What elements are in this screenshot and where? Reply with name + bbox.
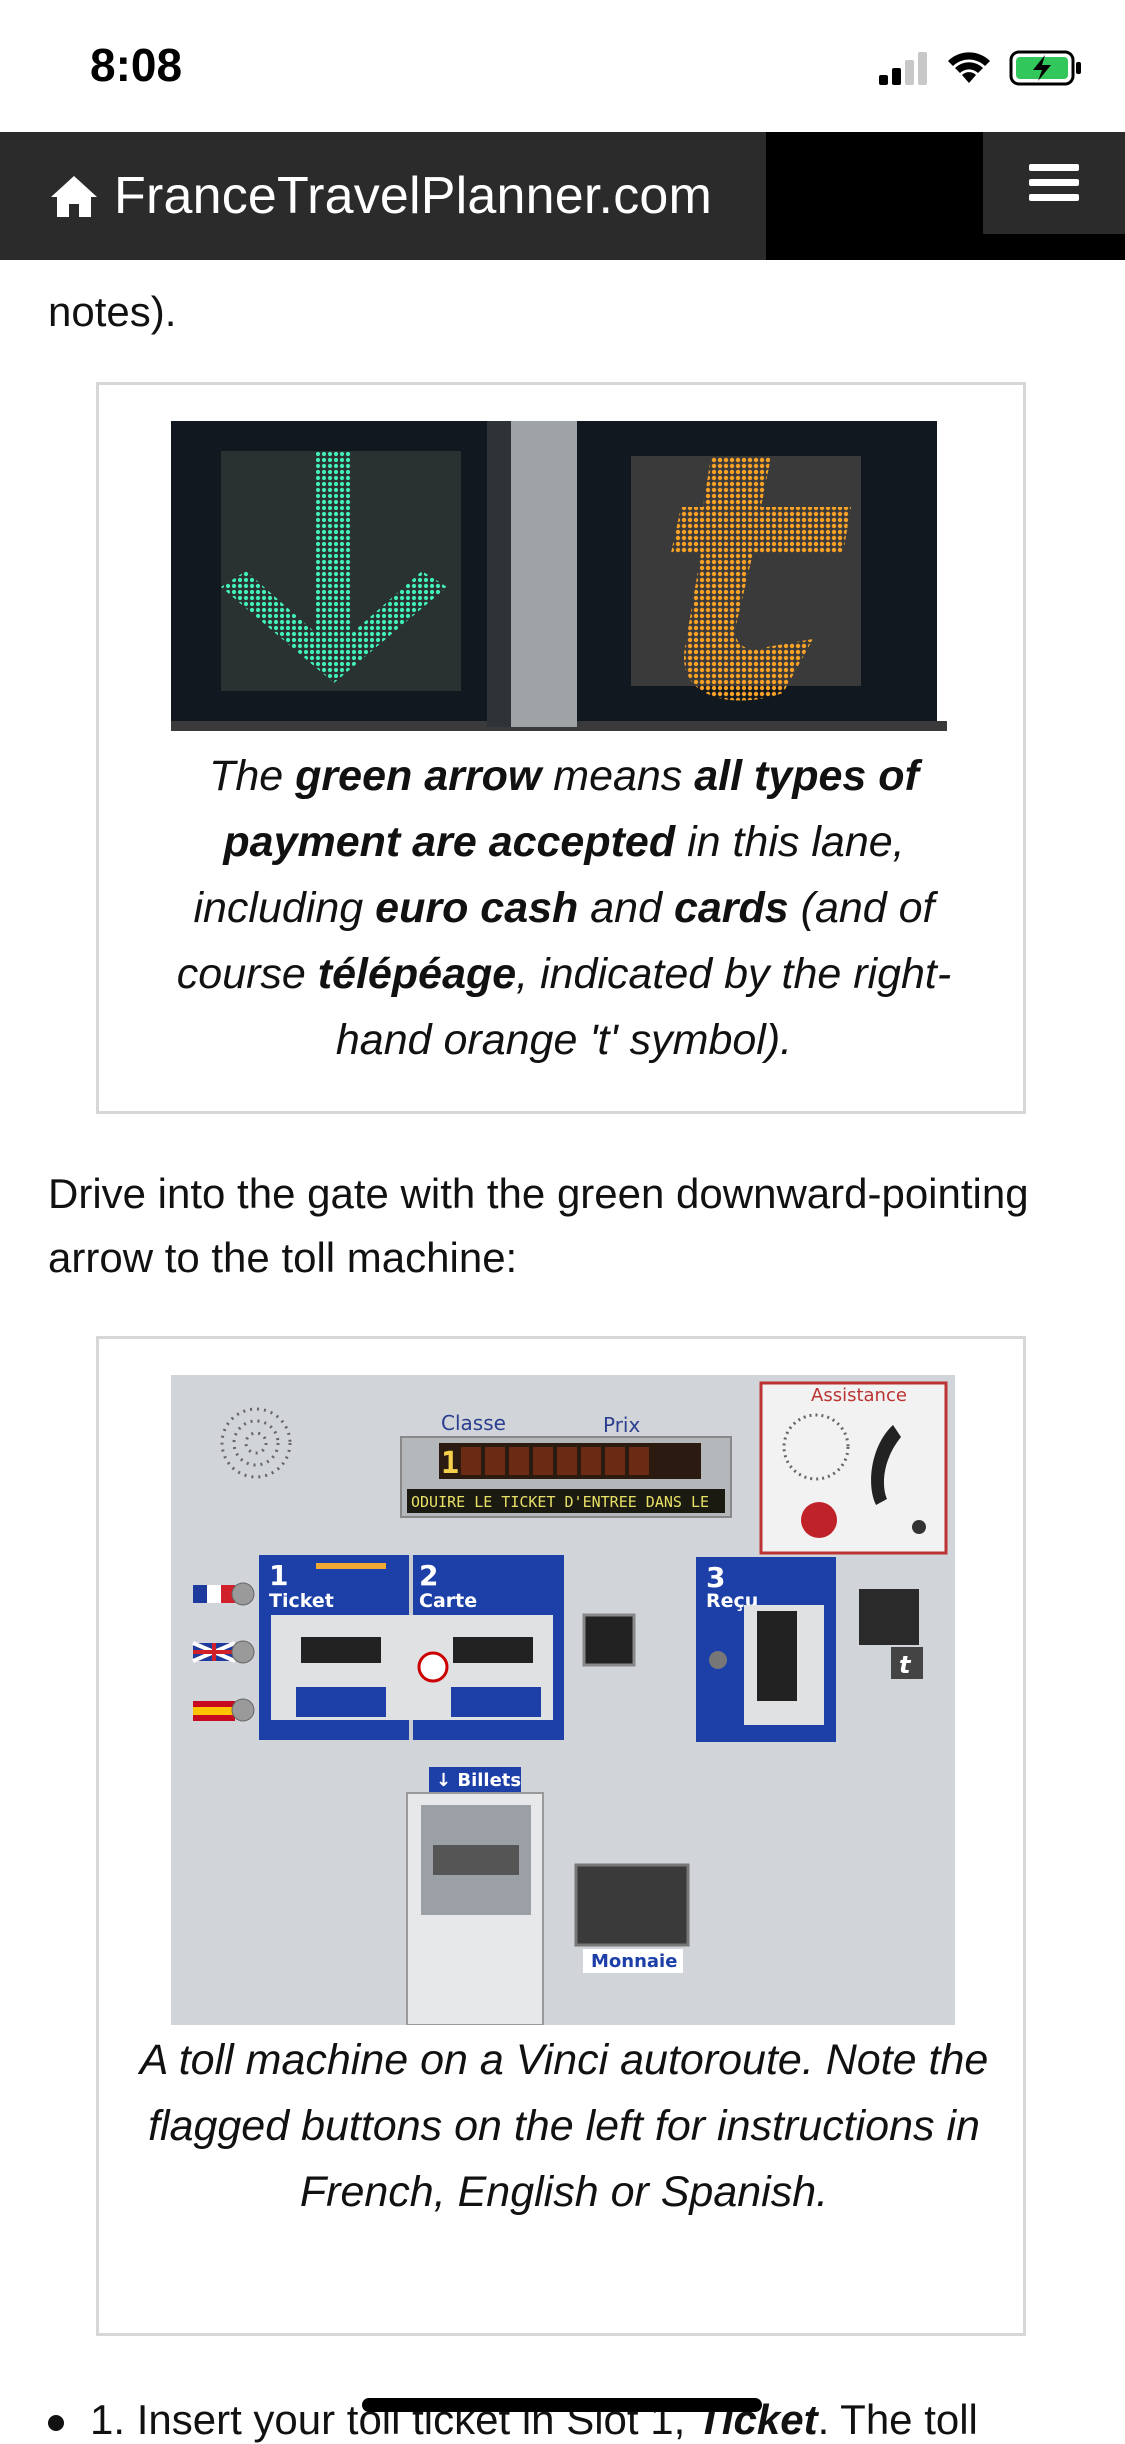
site-header: FranceTravelPlanner.com [0, 132, 1125, 260]
svg-text:t: t [899, 1651, 912, 1679]
monnaie-label: Monnaie [591, 1951, 677, 1972]
caption-segment: green arrow [295, 752, 542, 800]
caption-segment: cards [673, 884, 789, 932]
prix-label: Prix [603, 1413, 640, 1437]
caption-segment: The [209, 752, 296, 800]
classe-label: Classe [441, 1411, 506, 1435]
status-icons [879, 50, 1083, 86]
wifi-icon [948, 52, 990, 83]
figure2-caption: A toll machine on a Vinci autoroute. Not… [139, 2036, 989, 2216]
slot1-label: Ticket [269, 1590, 334, 1612]
caption-segment: and [578, 884, 674, 932]
figure-toll-machine: Classe Prix 1 ODUIRE LE TICKET D'ENTREE … [96, 1336, 1026, 2336]
home-indicator[interactable] [362, 2398, 762, 2412]
assistance-label: Assistance [811, 1385, 907, 1406]
hamburger-icon [1029, 164, 1079, 201]
paragraph-drive-into-gate: Drive into the gate with the green downw… [48, 1170, 1029, 1281]
ticker-text: ODUIRE LE TICKET D'ENTREE DANS LE [411, 1493, 709, 1511]
paragraph-fragment: notes). [48, 288, 177, 335]
lane-signal-image [171, 421, 947, 731]
caption-segment: means [541, 752, 695, 800]
caption-segment: euro cash [375, 884, 579, 932]
signal-icon [879, 52, 927, 85]
slot2-label: Carte [419, 1590, 477, 1612]
site-brand-link[interactable]: FranceTravelPlanner.com [0, 132, 766, 260]
billets-label: ↓ Billets [436, 1770, 521, 1791]
battery-charging-icon [1009, 50, 1081, 86]
svg-text:1: 1 [269, 1559, 288, 1592]
status-bar: 8:08 [0, 0, 1125, 132]
status-time: 8:08 [90, 39, 183, 91]
toll-machine-image: Classe Prix 1 ODUIRE LE TICKET D'ENTREE … [171, 1375, 955, 2025]
figure1-caption: The green arrow means all types of payme… [139, 743, 989, 1073]
svg-text:2: 2 [419, 1559, 438, 1592]
figure-lane-signal: The green arrow means all types of payme… [96, 382, 1026, 1114]
home-icon [48, 170, 100, 222]
menu-button[interactable] [983, 132, 1125, 234]
caption-segment: télépéage [317, 950, 517, 998]
bullet-dot [48, 2414, 64, 2431]
site-name: FranceTravelPlanner.com [114, 167, 713, 225]
display-digit: 1 [441, 1446, 459, 1481]
